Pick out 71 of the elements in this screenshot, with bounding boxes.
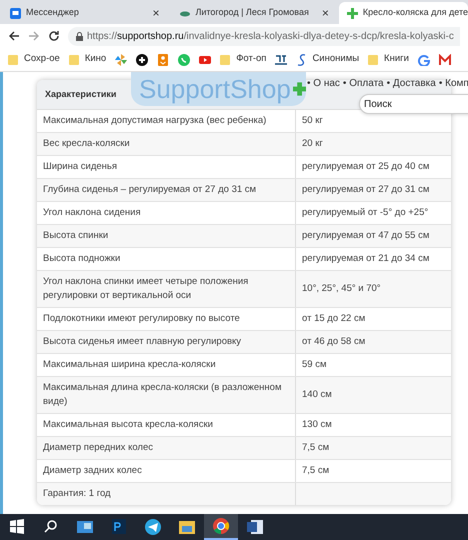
telegram-icon (143, 517, 163, 537)
ps-icon (109, 517, 129, 537)
lock-icon (76, 32, 83, 40)
windows-icon (7, 517, 27, 537)
tab-title: Кресло-коляска для дете (362, 6, 468, 20)
table-cell: Максимальная допустимая нагрузка (вес ребенка) (37, 110, 296, 132)
tab-title: Мессенджер (26, 6, 80, 20)
table-cell: Диаметр задних колес (37, 460, 296, 482)
close-button[interactable]: × (152, 4, 160, 22)
cross-icon (346, 8, 358, 18)
plus-circle-icon[interactable] (136, 54, 148, 66)
table-cell: Глубина сиденья – регулируемая от 27 до 31 см (37, 179, 296, 201)
bookmark-label: Фот-оп (236, 52, 266, 66)
reload-icon[interactable] (48, 30, 60, 42)
address-bar[interactable]: https://supportshop.ru/invalidnye-kresla-kolyaski-dlya-detey-s-dcp/kresla-kolyaski-c (68, 26, 460, 46)
table-cell-text: регулируемая от 47 до 55 см (301, 229, 430, 243)
table-cell-text: 10°, 25°, 45° и 70° (301, 282, 382, 296)
g-icon[interactable] (418, 54, 430, 66)
table-cell: Максимальная длина кресла-коляски (в разложенном виде) (37, 377, 296, 413)
nav-link[interactable]: • О нас (307, 76, 340, 91)
table-cell: Высота подножки (37, 248, 296, 270)
browser-tab[interactable]: Кресло-коляска для дете (338, 2, 468, 24)
folder-icon (368, 54, 380, 66)
table-cell-text: от 15 до 22 см (301, 312, 366, 326)
table-cell-text: регулируемая от 21 до 34 см (301, 252, 430, 266)
table-cell-text: регулируемый от -5° до +25° (301, 206, 430, 220)
folder-icon (68, 54, 81, 66)
pinwheel-icon[interactable] (115, 54, 128, 66)
table-cell-text: 7,5 см (301, 441, 330, 455)
nav-link[interactable]: • Оплата (342, 76, 384, 91)
taskbar-button[interactable] (204, 514, 238, 540)
table-cell: Угол наклона сидения (37, 202, 296, 224)
person-icon[interactable] (157, 54, 170, 66)
bookmark-label: Синонимы (312, 52, 360, 66)
bookmark-label: Кино (84, 52, 106, 66)
site-logo: SupportShop (131, 72, 306, 106)
table-cell: Гарантия: 1 год (37, 483, 296, 505)
envelope-icon[interactable] (438, 54, 451, 66)
nav-link[interactable]: • Доставка (386, 76, 436, 91)
table-cell-text: 50 кг (301, 114, 324, 128)
folder-icon (8, 54, 20, 66)
table-cell-text: 130 см (301, 418, 333, 432)
table-cell: Диаметр передних колес (37, 437, 296, 459)
table-cell: Максимальная ширина кресла-коляски (37, 354, 296, 376)
table-cell: Высота сиденья имеет плавную регулировку (37, 331, 296, 353)
table-cell-text: регулируемая от 25 до 40 см (301, 160, 430, 174)
close-button[interactable]: × (322, 4, 329, 22)
back-icon[interactable] (8, 30, 20, 42)
table-cell: Угол наклона спинки имеет четыре положения регулировки от вертикальной оси (37, 271, 296, 307)
tab-title: Литогород | Леся Громовая (195, 6, 310, 20)
table-cell: Подлокотники имеют регулировку по высоте (37, 308, 296, 330)
play-icon[interactable] (199, 54, 212, 66)
table-header: Характеристики (45, 88, 116, 101)
table-cell-text: регулируемая от 27 до 31 см (301, 183, 430, 197)
table-cell: Высота спинки (37, 225, 296, 247)
table-cell-text: 20 кг (301, 137, 324, 151)
bookmark-label: Книги (384, 52, 409, 66)
url-text: https://supportshop.ru/invalidnye-kresla-kolyaski-dlya-detey-s-dcp/kresla-kolyaski-c (87, 30, 454, 44)
table-cell-text: 59 см (301, 358, 328, 372)
chat-icon (10, 8, 21, 18)
bookmark-label: Сохр-ое (24, 52, 60, 66)
search-field[interactable]: Поиск (359, 94, 468, 114)
table-cell: Максимальная высота кресла-коляски (37, 414, 296, 436)
table-cell-text: 7,5 см (301, 464, 330, 478)
folder-icon (220, 54, 232, 66)
table-cell: Ширина сиденья (37, 156, 296, 178)
table-cell-text: 140 см (301, 388, 333, 402)
chrome-icon (211, 516, 231, 536)
table-cell-text: от 46 до 58 см (301, 335, 366, 349)
table-cell: Вес кресла-коляски (37, 133, 296, 155)
nav-link[interactable]: • Комп (438, 76, 468, 91)
